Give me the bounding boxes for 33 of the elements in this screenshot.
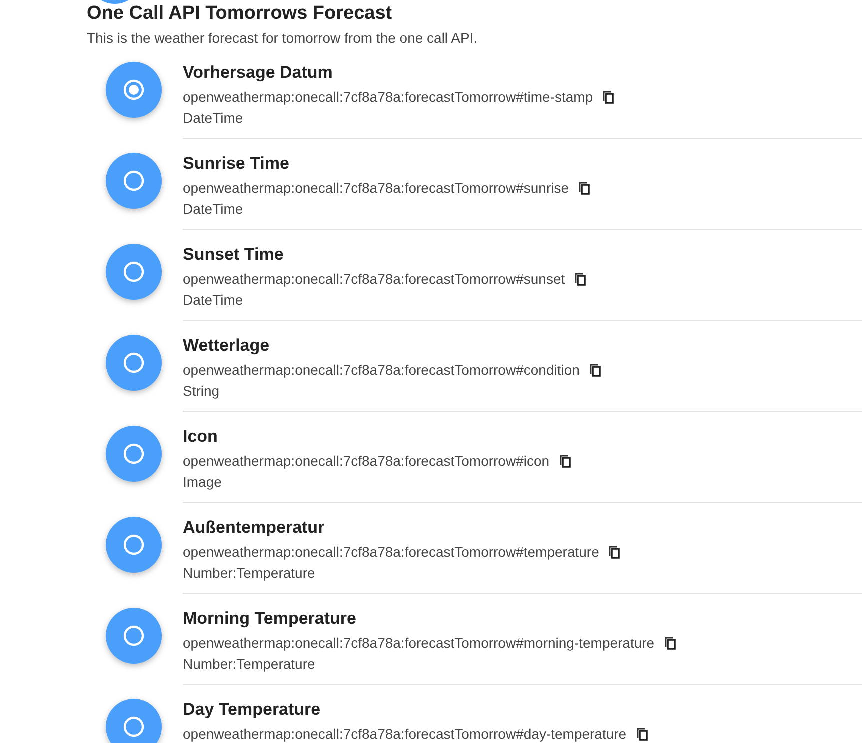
channel-label: Icon: [183, 427, 218, 447]
section-description: This is the weather forecast for tomorrow from the one call API.: [87, 30, 478, 46]
channel-uid: openweathermap:onecall:7cf8a78a:forecastTomorrow#sunset: [183, 270, 566, 288]
channel-label: Day Temperature: [183, 700, 321, 720]
channel-uid: openweathermap:onecall:7cf8a78a:forecastTomorrow#day-temperature: [183, 725, 627, 743]
channel-type: DateTime: [183, 200, 244, 219]
channel-type: Number:Temperature: [183, 655, 316, 674]
copy-icon[interactable]: [575, 272, 586, 286]
channel-label: Sunrise Time: [183, 154, 290, 174]
channel-label: Außentemperatur: [183, 518, 325, 538]
channel-uid: openweathermap:onecall:7cf8a78a:forecastTomorrow#condition: [183, 361, 580, 379]
copy-icon[interactable]: [590, 364, 601, 376]
copy-icon[interactable]: [603, 90, 614, 104]
channel-label: Sunset Time: [183, 245, 284, 265]
copy-icon[interactable]: [560, 454, 571, 468]
channel-uid: openweathermap:onecall:7cf8a78a:forecastTomorrow#temperature: [183, 543, 600, 561]
copy-icon[interactable]: [609, 546, 620, 558]
section-title: One Call API Tomorrows Forecast: [87, 4, 392, 24]
copy-icon[interactable]: [664, 636, 676, 650]
channel-type: DateTime: [183, 291, 244, 310]
copy-icon[interactable]: [636, 728, 648, 740]
channel-type: String: [183, 382, 220, 401]
channel-type: DateTime: [183, 109, 244, 128]
channel-label: Wetterlage: [183, 336, 270, 356]
copy-icon[interactable]: [579, 182, 590, 194]
channel-type: Number:Temperature: [183, 564, 316, 583]
channel-uid: openweathermap:onecall:7cf8a78a:forecastTomorrow#morning-temperature: [183, 634, 655, 652]
channel-uid: openweathermap:onecall:7cf8a78a:forecastTomorrow#icon: [183, 452, 550, 470]
channel-uid: openweathermap:onecall:7cf8a78a:forecastTomorrow#sunrise: [183, 179, 569, 197]
channel-label: Morning Temperature: [183, 609, 356, 629]
channel-type: Image: [183, 473, 222, 492]
channel-uid: openweathermap:onecall:7cf8a78a:forecastTomorrow#time-stamp: [183, 88, 594, 106]
channel-label: Vorhersage Datum: [183, 63, 333, 83]
